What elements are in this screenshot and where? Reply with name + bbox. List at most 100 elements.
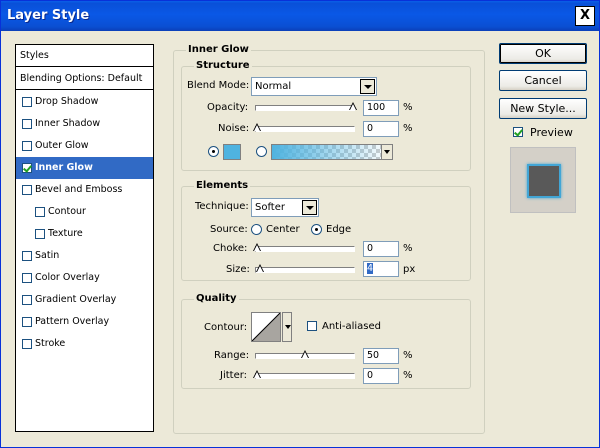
contour-chevron-down-icon[interactable] <box>282 312 292 342</box>
ok-button[interactable]: OK <box>499 43 587 64</box>
jitter-slider-thumb[interactable] <box>253 370 261 379</box>
stroke-checkbox[interactable] <box>22 339 32 349</box>
contour-checkbox[interactable] <box>35 207 45 217</box>
size-unit: px <box>403 264 416 275</box>
styles-header[interactable]: Styles <box>16 45 153 67</box>
style-item-drop-shadow[interactable]: Drop Shadow <box>16 91 153 113</box>
choke-unit: % <box>403 243 413 254</box>
quality-title: Quality <box>194 293 239 304</box>
cancel-button[interactable]: Cancel <box>499 70 587 91</box>
choke-input[interactable]: 0 <box>363 241 399 257</box>
blend-mode-label: Blend Mode: <box>187 80 250 91</box>
new-style-button[interactable]: New Style... <box>499 98 587 119</box>
opacity-input[interactable]: 100 <box>363 100 399 116</box>
style-item-bevel-emboss[interactable]: Bevel and Emboss <box>16 179 153 201</box>
jitter-input[interactable]: 0 <box>363 368 399 384</box>
blend-mode-select[interactable]: Normal <box>251 77 377 96</box>
blending-options-item[interactable]: Blending Options: Default <box>16 68 153 90</box>
style-item-label: Stroke <box>35 338 66 349</box>
drop-shadow-checkbox[interactable] <box>22 97 32 107</box>
glow-color-swatch[interactable] <box>223 144 241 160</box>
style-item-gradient-overlay[interactable]: Gradient Overlay <box>16 289 153 311</box>
inner-glow-checkbox[interactable] <box>22 163 32 173</box>
gradient-radio[interactable] <box>256 146 267 157</box>
style-item-label: Pattern Overlay <box>35 316 110 327</box>
chevron-down-icon[interactable] <box>360 79 375 94</box>
color-overlay-checkbox[interactable] <box>22 273 32 283</box>
noise-slider-thumb[interactable] <box>253 123 261 132</box>
style-item-color-overlay[interactable]: Color Overlay <box>16 267 153 289</box>
style-item-texture[interactable]: Texture <box>16 223 153 245</box>
noise-unit: % <box>403 123 413 134</box>
satin-checkbox[interactable] <box>22 251 32 261</box>
style-item-label: Bevel and Emboss <box>35 184 123 195</box>
range-slider-thumb[interactable] <box>301 350 309 359</box>
close-button[interactable]: X <box>575 6 595 26</box>
title-bar[interactable]: Layer Style X <box>1 1 599 31</box>
solid-color-radio[interactable] <box>208 146 219 157</box>
contour-picker[interactable] <box>251 312 281 342</box>
style-item-stroke[interactable]: Stroke <box>16 333 153 355</box>
inner-shadow-checkbox[interactable] <box>22 119 32 129</box>
size-slider[interactable] <box>255 264 355 273</box>
window-title: Layer Style <box>7 8 90 23</box>
outer-glow-checkbox[interactable] <box>22 141 32 151</box>
glow-gradient-picker[interactable] <box>271 144 391 160</box>
source-edge-label: Edge <box>326 224 352 235</box>
range-label: Range: <box>214 350 250 361</box>
styles-label: Styles <box>20 50 49 61</box>
style-item-inner-glow[interactable]: Inner Glow <box>16 157 153 179</box>
range-unit: % <box>403 350 413 361</box>
preview-label: Preview <box>530 126 573 139</box>
bevel-emboss-checkbox[interactable] <box>22 185 32 195</box>
styles-list: Styles Blending Options: Default Drop Sh… <box>15 44 154 432</box>
inner-glow-title: Inner Glow <box>186 44 251 55</box>
source-edge-radio[interactable] <box>311 224 322 235</box>
texture-checkbox[interactable] <box>35 229 45 239</box>
style-item-outer-glow[interactable]: Outer Glow <box>16 135 153 157</box>
size-label: Size: <box>226 264 250 275</box>
style-item-label: Drop Shadow <box>35 96 99 107</box>
opacity-slider-thumb[interactable] <box>349 102 357 111</box>
opacity-slider[interactable] <box>255 102 357 111</box>
style-item-satin[interactable]: Satin <box>16 245 153 267</box>
opacity-unit: % <box>403 102 413 113</box>
chevron-down-icon[interactable] <box>302 200 317 215</box>
style-item-label: Texture <box>48 228 83 239</box>
style-item-label: Inner Shadow <box>35 118 101 129</box>
style-item-inner-shadow[interactable]: Inner Shadow <box>16 113 153 135</box>
size-input[interactable]: 4 <box>363 261 399 277</box>
contour-label: Contour: <box>204 322 248 333</box>
gradient-chevron-down-icon[interactable] <box>381 144 393 160</box>
size-slider-thumb[interactable] <box>256 264 264 273</box>
style-item-label: Outer Glow <box>35 140 89 151</box>
noise-slider[interactable] <box>253 123 355 132</box>
jitter-unit: % <box>403 370 413 381</box>
blending-options-label: Blending Options: Default <box>20 73 143 84</box>
elements-title: Elements <box>194 180 251 191</box>
pattern-overlay-checkbox[interactable] <box>22 317 32 327</box>
contour-curve-icon <box>252 313 280 341</box>
layer-style-dialog: Layer Style X Styles Blending Options: D… <box>0 0 600 448</box>
source-center-radio[interactable] <box>251 224 262 235</box>
style-item-label: Inner Glow <box>35 162 93 173</box>
preview-swatch <box>527 164 561 198</box>
source-center-label: Center <box>266 224 300 235</box>
gradient-overlay-checkbox[interactable] <box>22 295 32 305</box>
technique-select[interactable]: Softer <box>251 198 319 217</box>
source-label: Source: <box>210 224 248 235</box>
style-item-contour[interactable]: Contour <box>16 201 153 223</box>
anti-aliased-label: Anti-aliased <box>322 321 382 332</box>
jitter-slider[interactable] <box>253 370 355 379</box>
opacity-label: Opacity: <box>207 102 249 113</box>
choke-slider[interactable] <box>253 243 355 252</box>
size-value: 4 <box>367 263 374 274</box>
range-slider[interactable] <box>255 350 355 359</box>
choke-slider-thumb[interactable] <box>253 243 261 252</box>
noise-input[interactable]: 0 <box>363 121 399 137</box>
range-input[interactable]: 50 <box>363 348 399 364</box>
anti-aliased-checkbox[interactable] <box>307 321 317 331</box>
style-preview <box>510 147 576 213</box>
preview-checkbox[interactable] <box>513 127 523 137</box>
style-item-pattern-overlay[interactable]: Pattern Overlay <box>16 311 153 333</box>
